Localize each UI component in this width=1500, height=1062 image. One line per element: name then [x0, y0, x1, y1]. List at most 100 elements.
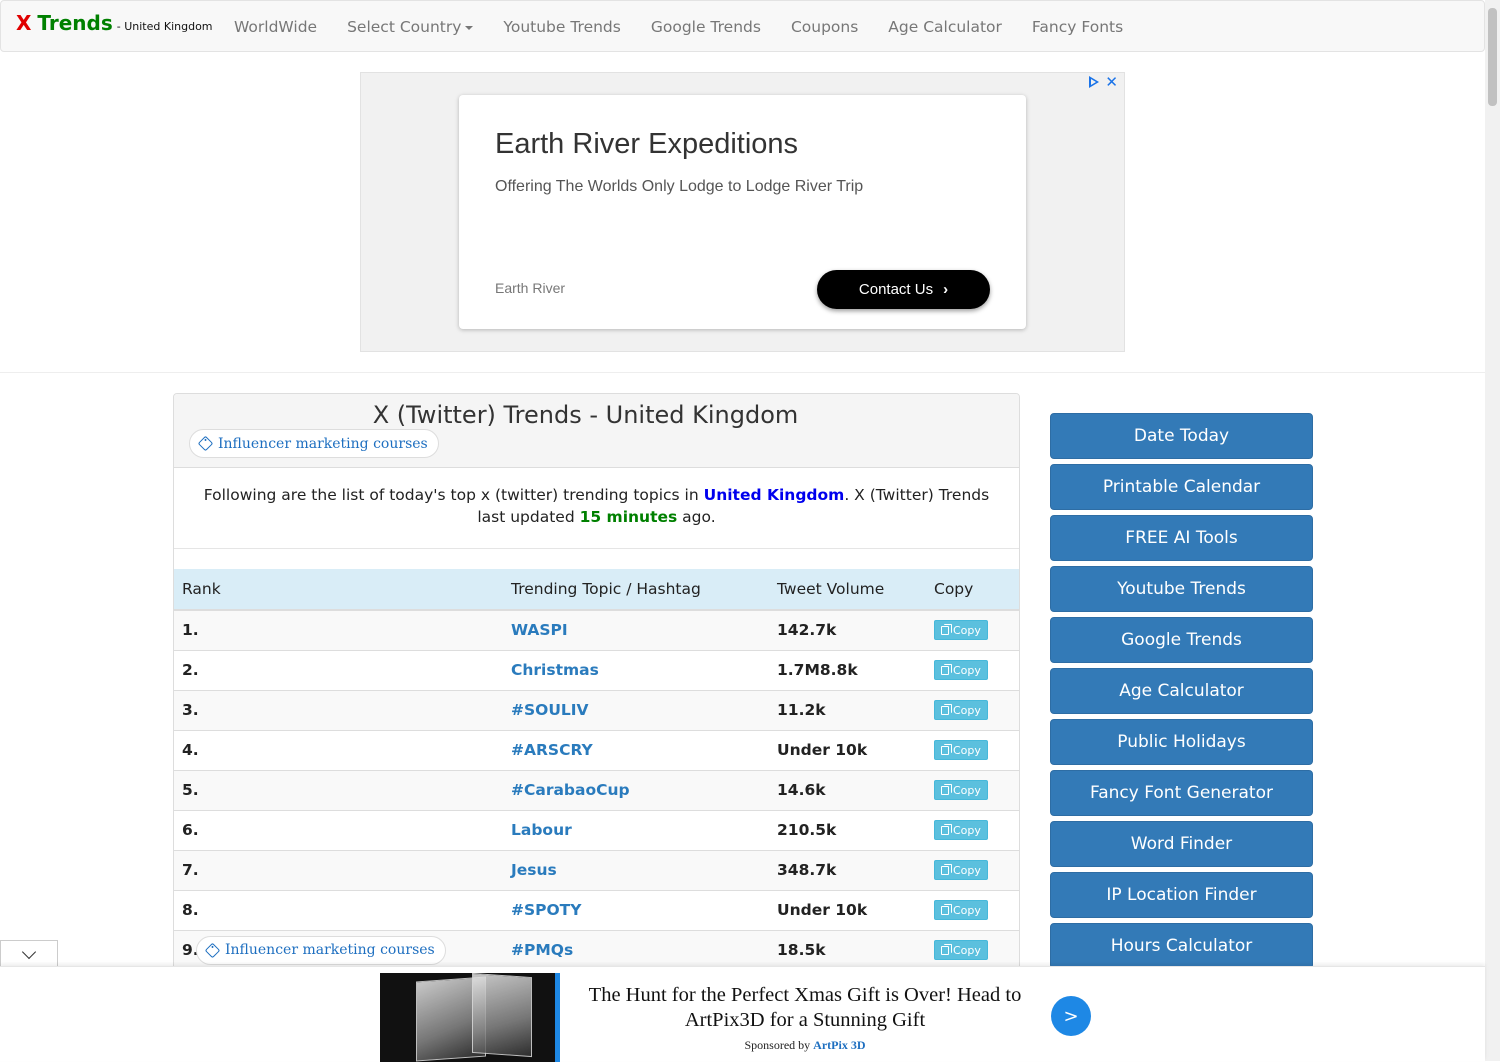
copy-label: Copy	[953, 783, 981, 797]
bottom-ad-headline[interactable]: The Hunt for the Perfect Xmas Gift is Ov…	[585, 983, 1025, 1033]
brand-country: - United Kingdom	[116, 20, 213, 33]
influencer-courses-link[interactable]: Influencer marketing courses	[196, 935, 446, 965]
topic-cell: Labour	[503, 809, 769, 850]
table-row: 5. #CarabaoCup 14.6k Copy	[174, 769, 1019, 810]
sidebar-ip-location-finder-button[interactable]: IP Location Finder	[1050, 872, 1313, 918]
table-row: 9. Influencer marketing courses #PMQs 18.…	[174, 929, 1019, 970]
ad-contact-button[interactable]: Contact Us ›	[817, 270, 990, 309]
close-icon[interactable]: ✕	[1105, 75, 1118, 90]
sidebar-free-ai-tools-button[interactable]: FREE AI Tools	[1050, 515, 1313, 561]
ad-card[interactable]: Earth River Expeditions Offering The Wor…	[459, 95, 1026, 329]
header-topic: Trending Topic / Hashtag	[503, 569, 769, 611]
copy-icon	[941, 623, 952, 635]
nav-youtube-trends[interactable]: Youtube Trends	[488, 18, 635, 36]
influencer-courses-label: Influencer marketing courses	[225, 942, 435, 958]
nav-worldwide[interactable]: WorldWide	[219, 18, 332, 36]
influencer-courses-link[interactable]: Influencer marketing courses	[189, 429, 439, 458]
table-row: 2. Christmas 1.7M8.8k Copy	[174, 649, 1019, 690]
header-volume: Tweet Volume	[769, 569, 926, 611]
topic-cell: #SOULIV	[503, 689, 769, 730]
topic-link[interactable]: WASPI	[511, 621, 568, 639]
copy-icon	[941, 903, 952, 915]
sidebar-youtube-trends-button[interactable]: Youtube Trends	[1050, 566, 1313, 612]
copy-button[interactable]: Copy	[934, 740, 988, 760]
topic-link[interactable]: Christmas	[511, 661, 599, 679]
topic-link[interactable]: #PMQs	[511, 941, 573, 959]
nav-coupons[interactable]: Coupons	[776, 18, 873, 36]
ad-product-image[interactable]	[380, 973, 560, 1062]
sidebar-date-today-button[interactable]: Date Today	[1050, 413, 1313, 459]
copy-button[interactable]: Copy	[934, 780, 988, 800]
top-navbar: X Trends - United Kingdom WorldWide Sele…	[0, 0, 1485, 52]
nav-fancy-fonts[interactable]: Fancy Fonts	[1017, 18, 1138, 36]
sidebar-public-holidays-button[interactable]: Public Holidays	[1050, 719, 1313, 765]
volume-cell: 348.7k	[769, 849, 926, 890]
nav-age-calculator[interactable]: Age Calculator	[873, 18, 1017, 36]
copy-cell: Copy	[926, 889, 1019, 930]
copy-button[interactable]: Copy	[934, 660, 988, 680]
copy-label: Copy	[953, 823, 981, 837]
sponsor-link[interactable]: ArtPix 3D	[813, 1038, 865, 1052]
topic-link[interactable]: Labour	[511, 821, 572, 839]
topic-link[interactable]: Jesus	[511, 861, 557, 879]
copy-icon	[941, 863, 952, 875]
copy-cell: Copy	[926, 849, 1019, 890]
sidebar-age-calculator-button[interactable]: Age Calculator	[1050, 668, 1313, 714]
page-title: X (Twitter) Trends - United Kingdom	[372, 401, 799, 429]
bottom-ad-go-button[interactable]: >	[1051, 996, 1091, 1036]
topic-link[interactable]: #CarabaoCup	[511, 781, 630, 799]
topic-cell: #PMQs	[503, 929, 769, 970]
ad-subtitle: Offering The Worlds Only Lodge to Lodge …	[495, 178, 864, 195]
copy-cell: Copy	[926, 729, 1019, 770]
topic-cell: #ARSCRY	[503, 729, 769, 770]
trends-panel: X (Twitter) Trends - United Kingdom Infl…	[173, 393, 1020, 993]
trends-table: Rank Trending Topic / Hashtag Tweet Volu…	[174, 569, 1019, 970]
copy-button[interactable]: Copy	[934, 860, 988, 880]
copy-button[interactable]: Copy	[934, 700, 988, 720]
bottom-ad-sponsor: Sponsored by ArtPix 3D	[585, 1038, 1025, 1053]
caret-down-icon	[465, 25, 474, 30]
scrollbar-thumb[interactable]	[1488, 8, 1497, 106]
topic-cell: Jesus	[503, 849, 769, 890]
sidebar-printable-calendar-button[interactable]: Printable Calendar	[1050, 464, 1313, 510]
copy-button[interactable]: Copy	[934, 820, 988, 840]
sidebar-hours-calculator-button[interactable]: Hours Calculator	[1050, 923, 1313, 969]
sidebar-fancy-font-generator-button[interactable]: Fancy Font Generator	[1050, 770, 1313, 816]
ad-collapse-toggle[interactable]	[0, 940, 58, 967]
rank-cell: 2.	[174, 649, 503, 690]
table-row: 7. Jesus 348.7k Copy	[174, 849, 1019, 890]
table-row: 1. WASPI 142.7k Copy	[174, 609, 1019, 650]
crystal-block-image	[472, 973, 532, 1058]
copy-button[interactable]: Copy	[934, 620, 988, 641]
chevron-down-icon	[21, 944, 37, 959]
brand-x: X	[16, 11, 32, 35]
sidebar-word-finder-button[interactable]: Word Finder	[1050, 821, 1313, 867]
topic-link[interactable]: #SOULIV	[511, 701, 589, 719]
nav-google-trends[interactable]: Google Trends	[636, 18, 776, 36]
nav-select-country-dropdown[interactable]: Select Country	[332, 18, 488, 36]
table-row: 6. Labour 210.5k Copy	[174, 809, 1019, 850]
ad-title[interactable]: Earth River Expeditions	[495, 128, 798, 161]
bottom-ad-banner[interactable]: The Hunt for the Perfect Xmas Gift is Ov…	[0, 966, 1485, 1062]
copy-label: Copy	[953, 623, 981, 637]
country-link[interactable]: United Kingdom	[704, 486, 845, 504]
page-scrollbar[interactable]	[1485, 0, 1500, 1061]
copy-button[interactable]: Copy	[934, 900, 988, 920]
topic-link[interactable]: #ARSCRY	[511, 741, 593, 759]
sidebar-google-trends-button[interactable]: Google Trends	[1050, 617, 1313, 663]
copy-cell: Copy	[926, 929, 1019, 970]
copy-button[interactable]: Copy	[934, 940, 988, 961]
copy-label: Copy	[953, 743, 981, 757]
copy-label: Copy	[953, 863, 981, 877]
copy-cell: Copy	[926, 609, 1019, 650]
volume-cell: 11.2k	[769, 689, 926, 730]
rank-cell: 6.	[174, 809, 503, 850]
copy-icon	[941, 703, 952, 715]
trends-description: Following are the list of today's top x …	[174, 484, 1019, 528]
topic-link[interactable]: #SPOTY	[511, 901, 581, 919]
table-header-row: Rank Trending Topic / Hashtag Tweet Volu…	[174, 569, 1019, 611]
tag-icon	[197, 435, 214, 452]
rank-cell: 7.	[174, 849, 503, 890]
adchoices-icon[interactable]	[1089, 76, 1100, 88]
site-brand[interactable]: X Trends - United Kingdom	[16, 11, 213, 35]
